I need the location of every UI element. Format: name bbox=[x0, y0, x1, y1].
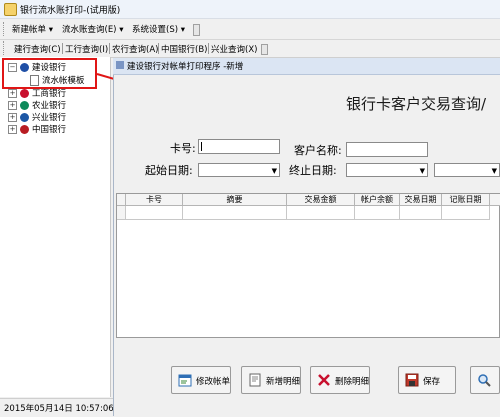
cib-logo-icon bbox=[20, 113, 29, 122]
status-datetime: 2015年05月14日 10:57:06 bbox=[4, 404, 114, 414]
tab-separator bbox=[62, 43, 63, 54]
grid-cell[interactable] bbox=[126, 206, 183, 220]
magnifier-icon bbox=[478, 374, 491, 387]
grid-header-post-date[interactable]: 记账日期 bbox=[442, 194, 490, 206]
card-number-input[interactable] bbox=[198, 139, 280, 154]
app-icon bbox=[4, 3, 17, 16]
text-caret bbox=[201, 142, 202, 151]
tree-item-label: 农业银行 bbox=[32, 101, 67, 111]
edit-bill-button[interactable]: 修改帐单 bbox=[171, 366, 231, 394]
query-tabbar: 建行查询(C) 工行查询(I) 农行查询(A) 中国银行(B) 兴业查询(X) bbox=[0, 40, 500, 58]
transactions-grid[interactable]: 卡号 摘要 交易金额 帐户余额 交易日期 记账日期 bbox=[116, 193, 500, 338]
edit-bill-icon bbox=[178, 374, 192, 387]
extra-dropdown[interactable]: ▼ bbox=[434, 163, 500, 177]
grid-header-balance[interactable]: 帐户余额 bbox=[355, 194, 400, 206]
form-heading: 银行卡客户交易查询/ bbox=[346, 95, 487, 113]
customer-name-input[interactable] bbox=[346, 142, 428, 157]
window-title: 银行流水账打印-(试用版) bbox=[20, 6, 121, 16]
child-window-titlebar: 建设银行对帐单打印程序 -新增 bbox=[113, 58, 500, 75]
abc-logo-icon bbox=[20, 101, 29, 110]
add-detail-icon bbox=[249, 373, 261, 387]
button-label: 新增明细 bbox=[266, 377, 301, 387]
menubar: 新建帐单 ▾ 流水账查询(E) ▾ 系统设置(S) ▾ bbox=[0, 19, 500, 40]
card-number-label: 卡号: bbox=[170, 142, 196, 155]
icbc-logo-icon bbox=[20, 89, 29, 98]
expand-icon[interactable]: + bbox=[8, 101, 17, 110]
tab-separator bbox=[208, 43, 209, 54]
tab-ccb-query[interactable]: 建行查询(C) bbox=[14, 43, 61, 55]
tree-item-label: 兴业银行 bbox=[32, 113, 67, 123]
grid-header-card[interactable]: 卡号 bbox=[126, 194, 183, 206]
grid-cell[interactable] bbox=[442, 206, 490, 220]
grid-corner bbox=[117, 194, 126, 206]
grid-cell[interactable] bbox=[400, 206, 442, 220]
tree-item-label: 工商银行 bbox=[32, 89, 67, 99]
tree-item-boc[interactable]: + 中国银行 bbox=[8, 123, 66, 136]
dropdown-arrow-icon: ▼ bbox=[271, 167, 277, 175]
child-window-icon bbox=[116, 61, 124, 69]
annotation-highlight-box bbox=[2, 58, 97, 89]
delete-detail-icon bbox=[318, 374, 330, 386]
tab-separator bbox=[109, 43, 110, 54]
grid-header-summary[interactable]: 摘要 bbox=[183, 194, 287, 206]
end-date-picker[interactable]: ▼ bbox=[346, 163, 428, 177]
toolbar-overflow[interactable] bbox=[193, 24, 200, 36]
child-window-title: 建设银行对帐单打印程序 -新增 bbox=[127, 62, 244, 72]
add-detail-button[interactable]: 新增明细 bbox=[241, 366, 301, 394]
end-date-label: 终止日期: bbox=[289, 164, 337, 177]
customer-name-label: 客户名称: bbox=[294, 144, 342, 157]
dropdown-arrow-icon: ▼ bbox=[419, 167, 425, 175]
button-label: 删除明细 bbox=[335, 377, 370, 387]
preview-button[interactable] bbox=[470, 366, 500, 394]
tabbar-overflow[interactable] bbox=[261, 44, 268, 55]
start-date-picker[interactable]: ▼ bbox=[198, 163, 280, 177]
start-date-label: 起始日期: bbox=[145, 164, 193, 177]
expand-icon[interactable]: + bbox=[8, 125, 17, 134]
grid-header-amount[interactable]: 交易金额 bbox=[287, 194, 355, 206]
grid-header-filler bbox=[490, 194, 500, 206]
grid-cell[interactable] bbox=[183, 206, 287, 220]
window-titlebar: 银行流水账打印-(试用版) bbox=[0, 0, 500, 19]
grid-cell[interactable] bbox=[287, 206, 355, 220]
menu-system-settings[interactable]: 系统设置(S) ▾ bbox=[132, 23, 185, 35]
menu-statement-query[interactable]: 流水账查询(E) ▾ bbox=[62, 23, 123, 35]
tab-icbc-query[interactable]: 工行查询(I) bbox=[65, 43, 108, 55]
grid-header-trans-date[interactable]: 交易日期 bbox=[400, 194, 442, 206]
expand-icon[interactable]: + bbox=[8, 89, 17, 98]
delete-detail-button[interactable]: 删除明细 bbox=[310, 366, 370, 394]
save-icon bbox=[405, 373, 419, 387]
grid-cell[interactable] bbox=[355, 206, 400, 220]
grid-row-selector[interactable] bbox=[117, 206, 126, 220]
boc-logo-icon bbox=[20, 125, 29, 134]
tab-boc-query[interactable]: 中国银行(B) bbox=[161, 43, 207, 55]
menu-new-bill[interactable]: 新建帐单 ▾ bbox=[12, 23, 53, 35]
dropdown-arrow-icon: ▼ bbox=[491, 167, 497, 175]
save-button[interactable]: 保存 bbox=[398, 366, 456, 394]
button-label: 保存 bbox=[423, 377, 441, 387]
button-label: 修改帐单 bbox=[196, 377, 231, 387]
expand-icon[interactable]: + bbox=[8, 113, 17, 122]
tab-separator bbox=[158, 43, 159, 54]
tab-abc-query[interactable]: 农行查询(A) bbox=[112, 43, 158, 55]
tab-cib-query[interactable]: 兴业查询(X) bbox=[211, 43, 257, 55]
tree-item-label: 中国银行 bbox=[32, 125, 67, 135]
tabbar-grip bbox=[3, 41, 7, 55]
toolbar-grip bbox=[3, 22, 7, 36]
